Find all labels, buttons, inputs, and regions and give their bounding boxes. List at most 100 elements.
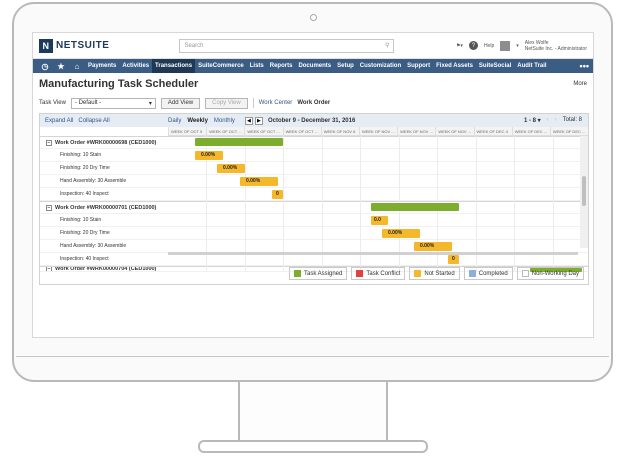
more-menu-icon[interactable]: •••	[580, 61, 589, 71]
task-view-label: Task View	[39, 100, 66, 106]
legend: Task Assigned Task Conflict Not Started …	[289, 267, 584, 280]
tab-daily[interactable]: Daily	[168, 118, 181, 124]
legend-swatch	[414, 270, 422, 277]
legend-item: Not Started	[409, 267, 460, 280]
nav-item-payments[interactable]: Payments	[85, 59, 119, 73]
week-column-header: WEEK OF OCT ...	[282, 127, 321, 135]
task-bar-not-started[interactable]: 0	[448, 255, 459, 264]
task-view-value: - Default -	[74, 100, 102, 106]
more-link[interactable]: More	[573, 81, 587, 87]
nav-item-transactions[interactable]: Transactions	[152, 59, 196, 73]
nav-item-support[interactable]: Support	[404, 59, 433, 73]
task-bar-not-started[interactable]: 0	[272, 190, 283, 199]
nav-item-reports[interactable]: Reports	[267, 59, 296, 73]
task-label: Inspection: 40 Inspect	[60, 191, 109, 197]
legend-item: Task Assigned	[289, 267, 348, 280]
title-row: Manufacturing Task Scheduler More	[33, 73, 593, 95]
app-screen: N NETSUITE Search ⚲ ⚑▾ ? Help ▾ Alex Wol…	[32, 32, 594, 338]
page-prev-icon[interactable]: ‹	[547, 117, 549, 124]
task-row[interactable]: Hand Assembly: 30 Assemble	[40, 175, 588, 188]
task-bar-not-started[interactable]: 0.00%	[195, 151, 223, 160]
nav-item-lists[interactable]: Lists	[247, 59, 267, 73]
scrollbar-thumb[interactable]	[582, 176, 586, 206]
pager: 1 - 8 ▾ ‹ › Total: 8	[524, 117, 588, 124]
page-selector[interactable]: 1 - 8 ▾	[524, 117, 541, 124]
collapse-toggle-icon[interactable]: −	[46, 204, 52, 211]
task-label: Finishing: 10 Stain	[60, 152, 102, 158]
tab-monthly[interactable]: Monthly	[214, 118, 235, 124]
expand-controls: Expand All Collapse All	[40, 118, 168, 124]
logo-mark: N	[39, 38, 53, 53]
nav-item-documents[interactable]: Documents	[295, 59, 334, 73]
prev-range-button[interactable]: ◀	[244, 116, 253, 125]
total-count: Total: 8	[562, 117, 582, 123]
scheduler-header: Expand All Collapse All Daily Weekly Mon…	[40, 114, 588, 127]
nav-item-fixed-assets[interactable]: Fixed Assets	[433, 59, 476, 73]
camera-icon	[310, 14, 317, 21]
legend-label: Task Conflict	[366, 270, 401, 277]
week-column-header: WEEK OF NOV ...	[435, 127, 473, 135]
tab-work-order[interactable]: Work Order	[297, 100, 330, 106]
task-bar-not-started[interactable]: 0.0	[371, 216, 388, 225]
nav-item-audit-trail[interactable]: Audit Trail	[514, 59, 549, 73]
task-bar-not-started[interactable]: 0.00%	[217, 164, 245, 173]
task-row[interactable]: Finishing: 20 Dry Time	[40, 227, 588, 240]
nav-item-activities[interactable]: Activities	[119, 59, 152, 73]
nav-item-setup[interactable]: Setup	[334, 59, 357, 73]
copy-view-button[interactable]: Copy View	[205, 97, 248, 109]
task-bar-not-started[interactable]: 0.00%	[240, 177, 278, 186]
star-icon[interactable]: ★	[53, 62, 69, 71]
netsuite-logo[interactable]: N NETSUITE	[39, 38, 110, 53]
tab-weekly[interactable]: Weekly	[187, 118, 208, 124]
legend-item: Non-Working Day	[516, 267, 584, 280]
logo-text: NETSUITE	[56, 40, 110, 51]
week-column-header: WEEK OF OCT ...	[244, 127, 282, 135]
view-toolbar: Task View - Default - ▾ Add View Copy Vi…	[33, 95, 593, 111]
page-next-icon[interactable]: ›	[555, 117, 557, 124]
avatar[interactable]	[500, 40, 511, 51]
task-row[interactable]: Finishing: 10 Stain	[40, 149, 588, 162]
legend-swatch	[468, 270, 476, 277]
legend-item: Task Conflict	[351, 267, 406, 280]
task-row[interactable]: Finishing: 20 Dry Time	[40, 162, 588, 175]
legend-swatch	[294, 270, 301, 277]
help-icon[interactable]: ?	[468, 41, 478, 50]
home-icon[interactable]: ⌂	[69, 62, 85, 71]
expand-all-link[interactable]: Expand All	[45, 118, 73, 124]
avatar-chevron-icon[interactable]: ▾	[516, 43, 519, 49]
work-order-title: Work Order #WRK00000698 (CED1000)	[55, 139, 157, 146]
user-menu[interactable]: Alex Wolfe NetSuite Inc. - Administrator	[525, 40, 587, 52]
week-column-header: WEEK OF OCT ...	[206, 127, 244, 135]
monitor-chin	[16, 356, 609, 357]
recent-icon[interactable]: ◷	[37, 62, 53, 71]
legend-label: Non-Working Day	[531, 270, 579, 277]
horizontal-scrollbar[interactable]	[168, 252, 578, 255]
work-order-row[interactable]: − Work Order #WRK00000701 (CED1000)	[40, 201, 588, 214]
collapse-toggle-icon[interactable]: −	[46, 139, 52, 146]
task-label: Hand Assembly: 30 Assemble	[60, 178, 127, 184]
top-bar: N NETSUITE Search ⚲ ⚑▾ ? Help ▾ Alex Wol…	[33, 33, 593, 59]
collapse-all-link[interactable]: Collapse All	[78, 118, 109, 124]
nav-item-customization[interactable]: Customization	[357, 59, 404, 73]
task-view-select[interactable]: - Default - ▾	[70, 97, 156, 109]
next-range-button[interactable]: ▶	[254, 116, 263, 125]
task-row[interactable]: Finishing: 10 Stain	[40, 214, 588, 227]
search-input[interactable]: Search ⚲	[179, 38, 395, 53]
recent-records-icon[interactable]: ⚑▾	[456, 43, 463, 49]
help-link[interactable]: Help	[484, 43, 494, 49]
add-view-button[interactable]: Add View	[160, 97, 201, 109]
search-placeholder: Search	[184, 42, 204, 49]
nav-item-suitesocial[interactable]: SuiteSocial	[476, 59, 514, 73]
vertical-scrollbar[interactable]	[580, 136, 588, 248]
divider	[252, 98, 254, 108]
task-row[interactable]: Inspection: 40 Inspect	[40, 188, 588, 201]
search-icon[interactable]: ⚲	[385, 42, 389, 49]
nav-item-suitecommerce[interactable]: SuiteCommerce	[195, 59, 247, 73]
task-bar-assigned[interactable]	[371, 203, 459, 211]
collapse-toggle-icon[interactable]: −	[46, 267, 52, 271]
task-bar-not-started[interactable]: 0.00%	[414, 242, 452, 251]
task-bar-not-started[interactable]: 0.00%	[382, 229, 420, 238]
task-bar-assigned[interactable]	[195, 138, 283, 146]
tab-work-center[interactable]: Work Center	[259, 100, 293, 106]
work-order-row[interactable]: − Work Order #WRK00000698 (CED1000)	[40, 136, 588, 149]
